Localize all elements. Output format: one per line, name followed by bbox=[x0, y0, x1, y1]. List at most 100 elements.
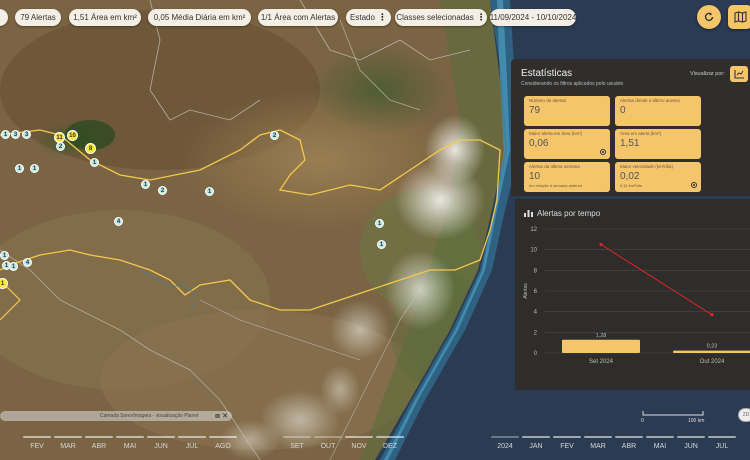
stat-card-alerts-since-last-access: Alertas desde o último acesso 0 bbox=[615, 96, 701, 126]
timeline-segment[interactable] bbox=[708, 436, 736, 438]
timeline-month[interactable]: DEZ bbox=[383, 443, 397, 450]
area-with-alerts-label: 1/1 Área com Alertas bbox=[260, 13, 336, 22]
timeline-month[interactable]: FEV bbox=[560, 443, 574, 450]
area-total-chip[interactable]: 1,51 Área em km² bbox=[69, 9, 141, 26]
y-tick-label: 2 bbox=[534, 330, 538, 336]
timeline-segment[interactable] bbox=[646, 436, 674, 438]
timeline-segment[interactable] bbox=[677, 436, 705, 438]
statistics-title: Estatísticas bbox=[521, 68, 573, 79]
map-icon bbox=[733, 11, 747, 23]
timeline-segment[interactable] bbox=[491, 436, 519, 438]
timeline-month[interactable]: JUL bbox=[716, 443, 728, 450]
timeline-segment[interactable] bbox=[54, 436, 82, 438]
timeline-segment[interactable] bbox=[314, 436, 342, 438]
date-range-chip[interactable]: 11/09/2024 - 10/10/2024 bbox=[490, 9, 576, 26]
timeline-segment[interactable] bbox=[85, 436, 113, 438]
timeline-year: 2024 bbox=[497, 443, 513, 450]
alert-marker[interactable]: 1 bbox=[141, 180, 150, 189]
map-layers-button[interactable] bbox=[728, 5, 750, 29]
alert-marker[interactable]: 1 bbox=[377, 240, 386, 249]
timeline-month[interactable]: MAI bbox=[654, 443, 666, 450]
timeline-month[interactable]: FEV bbox=[30, 443, 44, 450]
stat-card-alert-area: Área em alerta (km²) 1,51 bbox=[615, 129, 701, 159]
chart-trend-line bbox=[600, 244, 713, 316]
alerts-chart: 0 2 4 6 8 10 12 Alertas 1,28 Set 2024 0,23 Out 2024 bbox=[523, 227, 750, 365]
x-category-label: Set 2024 bbox=[589, 359, 614, 365]
alert-marker[interactable]: 3 bbox=[22, 130, 31, 139]
timeline-segment[interactable] bbox=[345, 436, 373, 438]
view-by-chart-button[interactable] bbox=[730, 66, 748, 82]
stat-card-value: 79 bbox=[529, 104, 541, 116]
alert-marker[interactable]: 1 bbox=[205, 187, 214, 196]
stat-card-label: Maior alerta em área (km²) bbox=[529, 131, 583, 136]
alert-marker[interactable]: 1 bbox=[30, 164, 39, 173]
timeline-slider[interactable]: FEV MAR ABR MAI JUN JUL AGO SET OUT NOV DEZ 2024 JAN… bbox=[0, 434, 750, 460]
stat-card-subtext: 0,11 km²/dia bbox=[620, 182, 642, 188]
view-mode-toggle[interactable]: 2D bbox=[738, 408, 750, 422]
alerts-count-chip[interactable]: 79 Alertas bbox=[15, 9, 61, 26]
stat-card-max-speed[interactable]: Maior velocidade (km²/dia) 0,02 0,11 km²… bbox=[615, 162, 701, 192]
alert-marker[interactable]: 2 bbox=[270, 131, 279, 140]
stat-card-label: Alertas da última semana bbox=[529, 164, 580, 169]
timeline-month[interactable]: JUN bbox=[154, 443, 168, 450]
more-vert-icon: ⋮ bbox=[476, 12, 486, 22]
timeline-segment[interactable] bbox=[178, 436, 206, 438]
state-filter-chip[interactable]: Estado ⋮ bbox=[346, 9, 391, 26]
area-with-alerts-chip[interactable]: 1/1 Área com Alertas bbox=[258, 9, 338, 26]
timeline-segment[interactable] bbox=[283, 436, 311, 438]
alert-marker[interactable]: 4 bbox=[114, 217, 123, 226]
classes-filter-chip[interactable]: Classes selecionadas ⋮ bbox=[395, 9, 487, 26]
alert-marker[interactable]: 8 bbox=[85, 143, 96, 154]
timeline-month[interactable]: JUL bbox=[186, 443, 198, 450]
timeline-month[interactable]: MAI bbox=[124, 443, 136, 450]
y-tick-label: 10 bbox=[530, 248, 537, 254]
chart-bar bbox=[562, 339, 640, 353]
timeline-month[interactable]: JUN bbox=[684, 443, 698, 450]
alert-marker[interactable]: 1 bbox=[375, 219, 384, 228]
timeline-segment[interactable] bbox=[553, 436, 581, 438]
timeline-segment[interactable] bbox=[209, 436, 237, 438]
stat-card-largest-alert[interactable]: Maior alerta em área (km²) 0,06 bbox=[524, 129, 610, 159]
stat-card-alert-count: Número de alertas 79 bbox=[524, 96, 610, 126]
alert-marker[interactable]: 3 bbox=[11, 130, 20, 139]
locate-icon[interactable] bbox=[691, 182, 697, 188]
timeline-month[interactable]: JAN bbox=[529, 443, 542, 450]
alert-marker[interactable]: 1 bbox=[90, 158, 99, 167]
timeline-month[interactable]: OUT bbox=[321, 443, 336, 450]
daily-average-label: 0,05 Média Diária em km² bbox=[153, 13, 246, 22]
stat-card-value: 1,51 bbox=[620, 137, 640, 149]
alert-marker[interactable]: 4 bbox=[23, 258, 32, 267]
alert-marker[interactable]: 2 bbox=[56, 142, 65, 151]
timeline-month[interactable]: AGO bbox=[215, 443, 231, 450]
timeline-month[interactable]: ABR bbox=[622, 443, 636, 450]
alert-marker[interactable]: 2 bbox=[158, 186, 167, 195]
alert-marker[interactable]: 1 bbox=[0, 251, 9, 260]
timeline-segment[interactable] bbox=[147, 436, 175, 438]
close-icon[interactable]: ⊠ bbox=[215, 413, 220, 420]
alert-marker[interactable]: 10 bbox=[67, 130, 78, 141]
refresh-button[interactable] bbox=[697, 5, 721, 29]
timeline-segment[interactable] bbox=[584, 436, 612, 438]
timeline-segment[interactable] bbox=[522, 436, 550, 438]
timeline-month[interactable]: NOV bbox=[351, 443, 366, 450]
source-layer-bar: Camada Sono/Imageia - visualização Plane… bbox=[0, 411, 232, 421]
alert-marker[interactable]: 1 bbox=[9, 262, 18, 271]
timeline-month[interactable]: MAR bbox=[590, 443, 606, 450]
locate-icon[interactable] bbox=[600, 149, 606, 155]
stat-card-value: 10 bbox=[529, 170, 541, 182]
more-vert-icon: ⋮ bbox=[377, 12, 387, 22]
alert-marker[interactable]: 1 bbox=[1, 130, 10, 139]
timeline-segment[interactable] bbox=[615, 436, 643, 438]
y-tick-label: 12 bbox=[530, 227, 537, 233]
timeline-month[interactable]: SET bbox=[290, 443, 304, 450]
alert-marker[interactable]: 1 bbox=[15, 164, 24, 173]
timeline-segment[interactable] bbox=[23, 436, 51, 438]
y-axis-label: Alertas bbox=[523, 283, 529, 299]
daily-average-chip[interactable]: 0,05 Média Diária em km² bbox=[148, 9, 251, 26]
alerts-over-time-panel: Alertas por tempo 0 2 4 6 8 10 12 Alertas 1,28 Se… bbox=[515, 199, 750, 390]
timeline-segment[interactable] bbox=[376, 436, 404, 438]
timeline-month[interactable]: ABR bbox=[92, 443, 106, 450]
timeline-month[interactable]: MAR bbox=[60, 443, 76, 450]
close-icon[interactable]: ✕ bbox=[222, 412, 228, 420]
timeline-segment[interactable] bbox=[116, 436, 144, 438]
